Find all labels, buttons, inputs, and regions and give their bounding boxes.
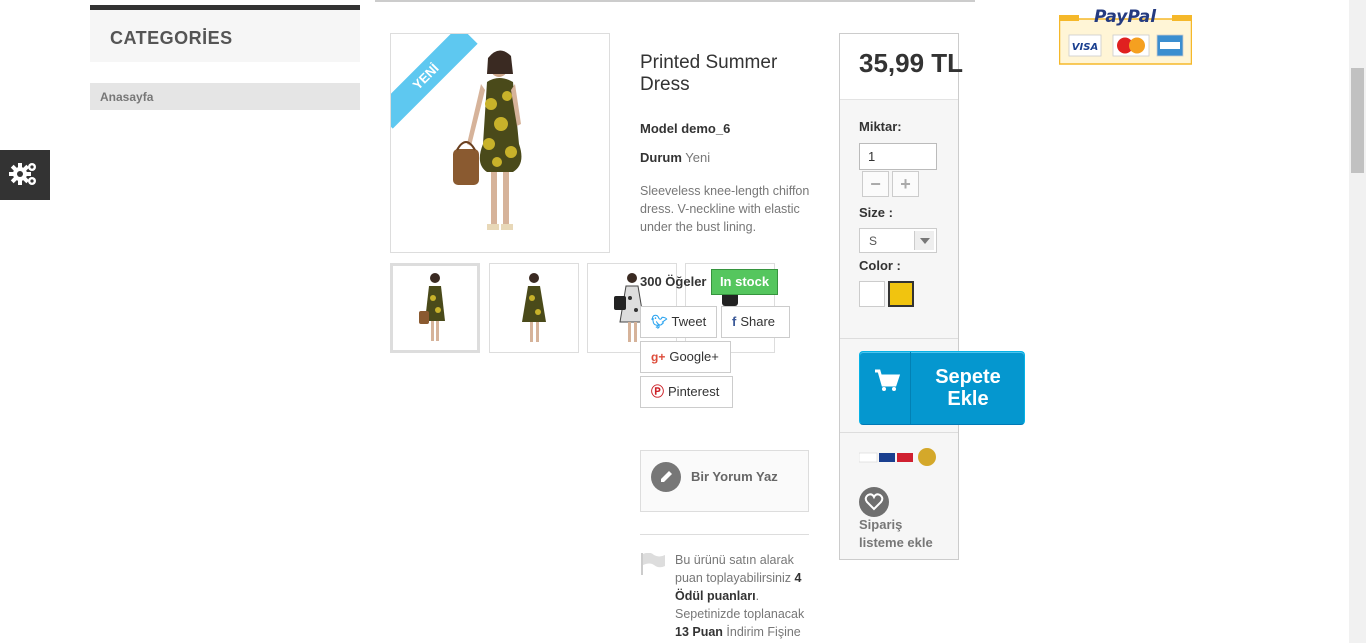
category-item-home[interactable]: Anasayfa	[90, 83, 360, 110]
color-label: Color :	[859, 258, 901, 273]
google-plus-button[interactable]: g+ Google+	[640, 341, 731, 373]
minus-icon: −	[870, 174, 881, 194]
buy-box-divider	[840, 432, 958, 433]
add-to-cart-label: Sepete Ekle	[935, 366, 1001, 410]
svg-text:PayPal: PayPal	[1094, 7, 1157, 27]
share-button[interactable]: f Share	[721, 306, 790, 338]
gears-icon	[9, 163, 36, 185]
categories-block: CATEGORİES	[90, 5, 360, 62]
categories-title: CATEGORİES	[110, 28, 233, 48]
add-to-wishlist-link[interactable]: Sipariş listeme ekle	[859, 516, 949, 552]
write-review-label: Bir Yorum Yaz	[691, 469, 778, 484]
google-plus-icon: g+	[651, 350, 666, 364]
quantity-label: Miktar:	[859, 119, 902, 134]
loyalty-text-1: Bu ürünü satın alarak puan toplayabilirs…	[675, 553, 794, 585]
divider	[640, 534, 809, 535]
pinterest-icon: Ⓟ	[651, 384, 665, 399]
tweet-button[interactable]: 🐦︎ Tweet	[640, 306, 717, 338]
loyalty-points-info: Bu ürünü satın alarak puan toplayabilirs…	[675, 551, 815, 641]
product-main-image[interactable]: YENİ	[390, 33, 610, 253]
scrollbar-thumb[interactable]	[1351, 68, 1364, 173]
flag-icon	[641, 553, 665, 575]
product-price: 35,99 TL	[859, 48, 964, 78]
condition-value: Yeni	[685, 150, 711, 165]
color-swatch-yellow[interactable]	[888, 281, 914, 307]
product-title: Printed Summer Dress	[640, 52, 778, 95]
product-condition: Durum Yeni	[640, 150, 710, 165]
payment-methods-icon	[859, 448, 936, 466]
product-thumbnail-2[interactable]	[489, 263, 579, 353]
model-label: Model	[640, 121, 678, 136]
loyalty-text-3: İndirim Fişine	[726, 625, 801, 639]
quantity-decrease-button[interactable]: −	[862, 171, 889, 197]
condition-label: Durum	[640, 150, 682, 165]
write-review-button[interactable]: Bir Yorum Yaz	[640, 450, 809, 512]
buy-box-divider	[840, 338, 958, 339]
pencil-icon	[651, 462, 681, 492]
thumbnail-image	[522, 273, 546, 342]
in-stock-badge: In stock	[711, 269, 778, 295]
cart-icon	[860, 352, 911, 424]
model-value: demo_6	[681, 121, 731, 136]
color-swatch-white[interactable]	[859, 281, 885, 307]
google-plus-label: Google+	[669, 349, 719, 364]
size-selected-value: S	[869, 234, 878, 248]
chevron-down-icon	[914, 231, 934, 250]
quantity-input[interactable]: 1	[859, 143, 937, 170]
product-thumbnail-1[interactable]	[390, 263, 480, 353]
pinterest-label: Pinterest	[668, 384, 720, 399]
settings-toggle-button[interactable]	[0, 150, 50, 200]
quantity-increase-button[interactable]: +	[892, 171, 919, 197]
product-description: Sleeveless knee-length chiffon dress. V-…	[640, 184, 810, 234]
quantity-available: 300 Öğeler	[640, 274, 707, 289]
svg-text:VISA: VISA	[1072, 42, 1098, 53]
size-label: Size :	[859, 205, 893, 220]
twitter-icon: 🐦︎	[651, 314, 668, 329]
pinterest-button[interactable]: Ⓟ Pinterest	[640, 376, 733, 408]
heart-icon[interactable]	[859, 487, 889, 517]
share-label: Share	[740, 314, 776, 329]
add-to-cart-button[interactable]: Sepete Ekle	[859, 351, 1025, 425]
thumbnail-image	[419, 273, 445, 341]
tweet-label: Tweet	[671, 314, 707, 329]
plus-icon: +	[900, 174, 911, 194]
paypal-logo-banner[interactable]: PayPal VISA	[1059, 5, 1192, 65]
facebook-icon: f	[732, 314, 737, 329]
category-item-label: Anasayfa	[100, 90, 154, 104]
top-divider	[375, 0, 975, 2]
size-select[interactable]: S	[859, 228, 937, 253]
product-model: Model demo_6	[640, 121, 730, 136]
loyalty-voucher-points: 13 Puan	[675, 625, 723, 639]
